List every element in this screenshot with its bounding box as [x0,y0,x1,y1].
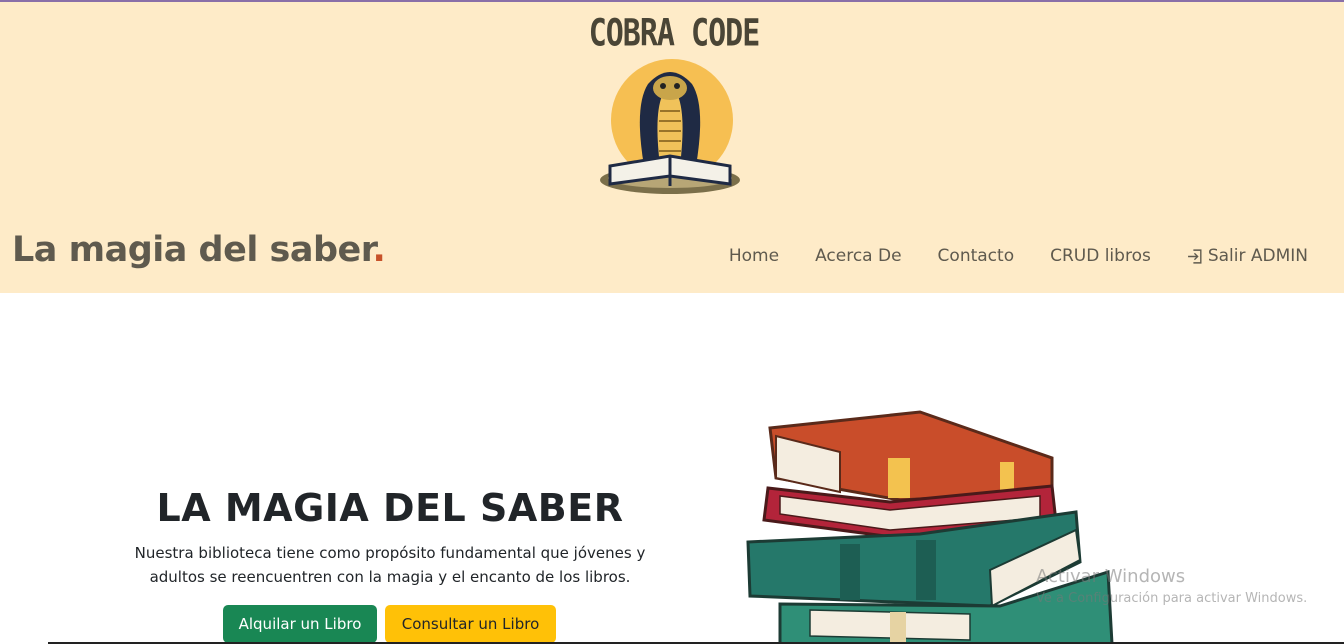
nav-crud-books[interactable]: CRUD libros [1050,246,1151,266]
consult-book-button[interactable]: Consultar un Libro [385,605,556,643]
main-nav: Home Acerca De Contacto CRUD libros Sali… [693,246,1308,266]
brand-dot: . [372,230,386,270]
nav-home-label: Home [728,246,780,266]
nav-about-label: Acerca De [815,246,902,266]
hero-text-line2: adultos se reencuentren con la magia y e… [149,568,631,586]
brand-text: La magia del saber [12,230,373,270]
site-header: COBRA CODE La magia del saber. Home Acer… [0,2,1344,293]
brand-title[interactable]: La magia del saber. [12,230,386,270]
logout-icon [1187,248,1202,264]
cobra-reading-icon [600,59,740,194]
nav-logout-admin[interactable]: Salir ADMIN [1187,246,1308,266]
nav-contact[interactable]: Contacto [938,246,1015,266]
nav-crud-label: CRUD libros [1050,246,1151,266]
nav-contact-label: Contacto [937,246,1015,266]
nav-logout-label: Salir ADMIN [1207,246,1308,266]
windows-activation-subtitle: Ve a Configuración para activar Windows. [1036,591,1308,606]
hero-description: Nuestra biblioteca tiene como propósito … [110,541,670,589]
rent-book-button[interactable]: Alquilar un Libro [223,605,377,643]
hero-text-line1: Nuestra biblioteca tiene como propósito … [134,544,646,562]
book-stack-illustration [746,410,1114,644]
hero-title: LA MAGIA DEL SABER [156,486,624,530]
nav-home[interactable]: Home [729,246,779,266]
nav-about[interactable]: Acerca De [815,246,901,266]
cobra-code-logo[interactable]: COBRA CODE [586,12,762,200]
windows-activation-title: Activar Windows [1036,566,1186,587]
